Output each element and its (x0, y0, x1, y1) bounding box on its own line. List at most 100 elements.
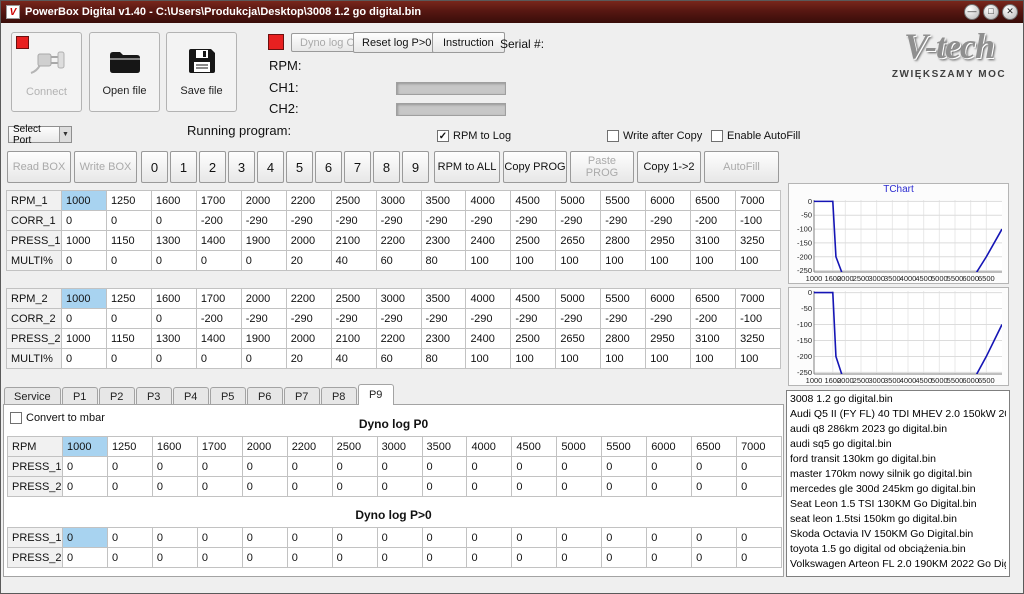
rpm-to-log-checkbox[interactable]: RPM to Log (437, 130, 511, 142)
grid-cell[interactable]: 0 (152, 528, 197, 548)
grid-cell[interactable]: 0 (422, 457, 467, 477)
grid-cell[interactable]: 6000 (646, 191, 691, 211)
grid-cell[interactable]: 100 (511, 349, 556, 369)
grid-cell[interactable]: -200 (196, 211, 241, 231)
grid-cell[interactable]: 0 (241, 251, 286, 271)
grid-cell[interactable]: 0 (242, 548, 287, 568)
grid-cell[interactable]: 0 (197, 548, 242, 568)
tab-p5[interactable]: P5 (210, 387, 246, 405)
program-digit-4[interactable]: 4 (257, 151, 284, 183)
grid-cell[interactable]: 0 (151, 309, 196, 329)
grid-cell[interactable]: 100 (466, 251, 511, 271)
grid-cell[interactable]: 3500 (421, 191, 466, 211)
grid-cell[interactable]: 1150 (106, 329, 151, 349)
grid-cell[interactable]: 100 (511, 251, 556, 271)
tab-p7[interactable]: P7 (284, 387, 320, 405)
grid-cell[interactable]: 0 (107, 548, 152, 568)
grid-cell[interactable]: 2000 (241, 289, 286, 309)
grid-cell[interactable]: 3100 (691, 231, 736, 251)
grid-cell[interactable]: 5000 (556, 289, 601, 309)
grid-cell[interactable]: 0 (241, 349, 286, 369)
grid-cell[interactable]: 0 (242, 457, 287, 477)
file-list-item[interactable]: Seat Leon 1.5 TSI 130KM Go Digital.bin (790, 497, 1006, 512)
grid-cell[interactable]: -290 (466, 211, 511, 231)
grid-cell[interactable]: 0 (602, 528, 647, 548)
read-box-button[interactable]: Read BOX (7, 151, 71, 183)
grid-cell[interactable]: 100 (556, 349, 601, 369)
grid-cell[interactable]: 2650 (556, 329, 601, 349)
program-digit-5[interactable]: 5 (286, 151, 313, 183)
grid-cell[interactable]: 0 (332, 477, 377, 497)
grid-cell[interactable]: 0 (197, 457, 242, 477)
grid-cell[interactable]: 1000 (62, 289, 107, 309)
grid-cell[interactable]: 1600 (151, 191, 196, 211)
grid-cell[interactable]: 60 (376, 251, 421, 271)
grid-cell[interactable]: 0 (467, 457, 512, 477)
grid-cell[interactable]: 1900 (241, 329, 286, 349)
file-list-item[interactable]: mercedes gle 300d 245km go digital.bin (790, 482, 1006, 497)
grid-cell[interactable]: 0 (62, 309, 107, 329)
grid-cell[interactable]: 0 (63, 548, 108, 568)
grid-cell[interactable]: 100 (691, 251, 736, 271)
grid-cell[interactable]: 7000 (737, 437, 782, 457)
grid-cell[interactable]: 100 (736, 349, 781, 369)
grid-cell[interactable]: 0 (647, 457, 692, 477)
grid-cell[interactable]: 0 (467, 477, 512, 497)
autofill-button[interactable]: AutoFill (704, 151, 779, 183)
grid-cell[interactable]: 4500 (511, 191, 556, 211)
grid-cell[interactable]: 2500 (331, 191, 376, 211)
grid-cell[interactable]: 0 (377, 477, 422, 497)
grid-cell[interactable]: -290 (331, 309, 376, 329)
grid-cell[interactable]: 0 (647, 528, 692, 548)
grid-cell[interactable]: 0 (602, 477, 647, 497)
grid-cell[interactable]: 5000 (557, 437, 602, 457)
file-list-item[interactable]: master 170km nowy silnik go digital.bin (790, 467, 1006, 482)
grid-cell[interactable]: 7000 (736, 191, 781, 211)
grid-cell[interactable]: 0 (62, 349, 107, 369)
grid-cell[interactable]: 0 (692, 548, 737, 568)
grid-cell[interactable]: 0 (332, 548, 377, 568)
grid-cell[interactable]: 100 (466, 349, 511, 369)
tab-p6[interactable]: P6 (247, 387, 283, 405)
maximize-button[interactable]: □ (983, 4, 999, 20)
grid-cell[interactable]: 80 (421, 349, 466, 369)
grid-cell[interactable]: 0 (467, 528, 512, 548)
grid-cell[interactable]: 2000 (241, 191, 286, 211)
grid-cell[interactable]: 0 (106, 211, 151, 231)
grid-cell[interactable]: -200 (691, 211, 736, 231)
grid-cell[interactable]: 0 (63, 528, 108, 548)
grid-cell[interactable]: 2400 (466, 231, 511, 251)
grid-cell[interactable]: 20 (286, 349, 331, 369)
grid-cell[interactable]: 2500 (331, 289, 376, 309)
grid-cell[interactable]: 0 (152, 457, 197, 477)
grid-cell[interactable]: 0 (737, 477, 782, 497)
grid-cell[interactable]: 2300 (421, 329, 466, 349)
tab-p4[interactable]: P4 (173, 387, 209, 405)
grid-cell[interactable]: 0 (557, 548, 602, 568)
grid-cell[interactable]: 6000 (646, 289, 691, 309)
tab-p9[interactable]: P9 (358, 384, 394, 405)
title-bar[interactable]: V PowerBox Digital v1.40 - C:\Users\Prod… (1, 1, 1023, 23)
grid-cell[interactable]: -290 (466, 309, 511, 329)
grid-cell[interactable]: -290 (241, 309, 286, 329)
grid-cell[interactable]: 60 (376, 349, 421, 369)
grid-cell[interactable]: -290 (421, 211, 466, 231)
grid-cell[interactable]: 2300 (421, 231, 466, 251)
grid-cell[interactable]: 100 (601, 251, 646, 271)
grid-cell[interactable]: 4000 (467, 437, 512, 457)
grid-cell[interactable]: 7000 (736, 289, 781, 309)
reset-log-button[interactable]: Reset log P>0 (353, 32, 440, 53)
grid-cell[interactable]: -200 (196, 309, 241, 329)
grid-cell[interactable]: 4500 (511, 289, 556, 309)
grid-cell[interactable]: -100 (736, 309, 781, 329)
file-list-item[interactable]: 3008 1.2 go digital.bin (790, 392, 1006, 407)
grid-cell[interactable]: 1250 (107, 437, 152, 457)
file-list-item[interactable]: seat leon 1.5tsi 150km go digital.bin (790, 512, 1006, 527)
program-digit-0[interactable]: 0 (141, 151, 168, 183)
grid-cell[interactable]: -290 (511, 309, 556, 329)
file-list[interactable]: 3008 1.2 go digital.binAudi Q5 II (FY FL… (786, 390, 1010, 577)
grid-cell[interactable]: 0 (512, 548, 557, 568)
program-digit-8[interactable]: 8 (373, 151, 400, 183)
grid-cell[interactable]: 3250 (736, 329, 781, 349)
grid-cell[interactable]: 0 (377, 548, 422, 568)
